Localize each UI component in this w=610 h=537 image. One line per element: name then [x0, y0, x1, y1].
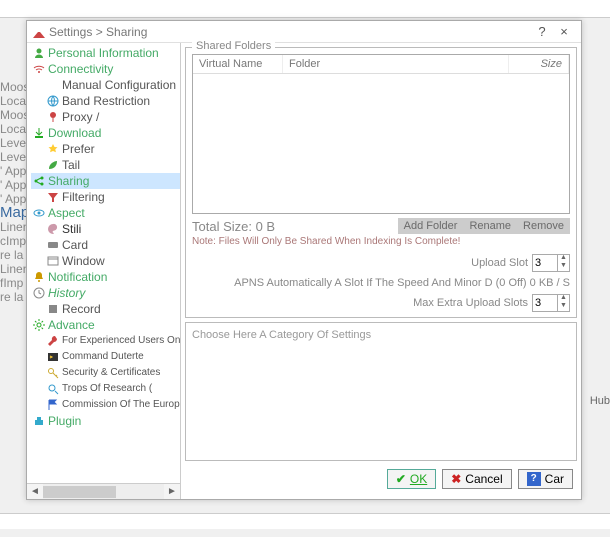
help-button-bottom[interactable]: ?Car	[518, 469, 573, 489]
max-extra-stepper[interactable]: ▲▼	[532, 294, 570, 312]
clock-icon	[33, 287, 45, 299]
help-button[interactable]: ?	[531, 24, 553, 39]
tree-notification[interactable]: Notification	[31, 269, 180, 285]
tree-window[interactable]: Window	[45, 253, 180, 269]
shared-folders-list[interactable]: Virtual Name Folder Size	[192, 54, 570, 214]
shared-folders-group: Shared Folders Virtual Name Folder Size …	[185, 47, 577, 318]
leaf-icon	[47, 159, 59, 171]
tree-manual-config[interactable]: Manual Configuration	[45, 77, 180, 93]
tree-experienced[interactable]: For Experienced Users Only	[45, 333, 180, 349]
tree-stili[interactable]: Stili	[45, 221, 180, 237]
max-extra-input[interactable]	[533, 297, 557, 309]
hint-text: Choose Here A Category Of Settings	[192, 329, 570, 341]
card-icon	[47, 239, 59, 251]
apns-label: APNS Automatically A Slot If The Speed A…	[234, 277, 570, 289]
tree-prefer[interactable]: Prefer	[45, 141, 180, 157]
tree-advance[interactable]: Advance	[31, 317, 180, 333]
hub-label: Hub	[590, 395, 610, 407]
col-virtual-name[interactable]: Virtual Name	[193, 55, 283, 73]
search-icon	[47, 383, 59, 395]
cancel-button[interactable]: ✖Cancel	[442, 469, 511, 489]
tree-sharing[interactable]: Sharing	[31, 173, 180, 189]
indexing-note: Note: Files Will Only Be Shared When Ind…	[192, 236, 570, 247]
folder-list-header: Virtual Name Folder Size	[193, 55, 569, 74]
app-icon	[33, 26, 45, 38]
tree-aspect[interactable]: Aspect	[31, 205, 180, 221]
tree-trops[interactable]: Trops Of Research (	[45, 381, 180, 397]
settings-dialog: Settings > Sharing ? × Personal Informat…	[26, 20, 582, 500]
tree-record[interactable]: Record	[45, 301, 180, 317]
terminal-icon	[47, 351, 59, 363]
tree-plugin[interactable]: Plugin	[31, 413, 180, 429]
tree-band-restriction[interactable]: Band Restriction	[45, 93, 180, 109]
plugin-icon	[33, 415, 45, 427]
add-folder-button[interactable]: Add Folder	[398, 218, 464, 234]
col-folder[interactable]: Folder	[283, 55, 509, 73]
palette-icon	[47, 223, 59, 235]
chevron-down-icon[interactable]: ▼	[557, 303, 569, 311]
tree-filtering[interactable]: Filtering	[45, 189, 180, 205]
close-button[interactable]: ×	[553, 24, 575, 39]
titlebar: Settings > Sharing ? ×	[27, 21, 581, 43]
check-icon: ✔	[396, 472, 406, 486]
pin-icon	[47, 111, 59, 123]
wrench-icon	[47, 335, 59, 347]
max-extra-label: Max Extra Upload Slots	[413, 297, 528, 309]
gear-icon	[33, 319, 45, 331]
share-icon	[33, 175, 45, 187]
bell-icon	[33, 271, 45, 283]
total-size-label: Total Size: 0 B	[192, 219, 398, 234]
upload-slot-stepper[interactable]: ▲▼	[532, 254, 570, 272]
settings-tree[interactable]: Personal Information Connectivity Manual…	[27, 43, 180, 483]
filter-icon	[47, 191, 59, 203]
tree-personal[interactable]: Personal Information	[31, 45, 180, 61]
globe-icon	[47, 95, 59, 107]
window-title: Settings > Sharing	[49, 25, 147, 39]
ok-button[interactable]: ✔OK	[387, 469, 436, 489]
tree-download[interactable]: Download	[31, 125, 180, 141]
wifi-icon	[33, 63, 45, 75]
upload-slot-label: Upload Slot	[471, 257, 528, 269]
flag-icon	[47, 399, 59, 411]
record-icon	[47, 303, 59, 315]
tree-commission[interactable]: Commission Of The European Communities	[45, 397, 180, 413]
tree-proxy[interactable]: Proxy /	[45, 109, 180, 125]
window-icon	[47, 255, 59, 267]
rename-button[interactable]: Rename	[463, 218, 517, 234]
scroll-right-icon[interactable]: ►	[164, 484, 180, 499]
eye-icon	[33, 207, 45, 219]
shared-folders-title: Shared Folders	[192, 40, 275, 52]
tree-security[interactable]: Security & Certificates	[45, 365, 180, 381]
x-icon: ✖	[451, 472, 461, 486]
download-icon	[33, 127, 45, 139]
star-icon	[47, 143, 59, 155]
upload-slot-input[interactable]	[533, 257, 557, 269]
chevron-down-icon[interactable]: ▼	[557, 263, 569, 271]
tree-card[interactable]: Card	[45, 237, 180, 253]
key-icon	[47, 367, 59, 379]
tree-history[interactable]: History	[31, 285, 180, 301]
question-icon: ?	[527, 472, 541, 486]
person-icon	[33, 47, 45, 59]
hint-group: Choose Here A Category Of Settings	[185, 322, 577, 461]
tree-tail[interactable]: Tail	[45, 157, 180, 173]
col-size[interactable]: Size	[509, 55, 569, 73]
tree-connectivity[interactable]: Connectivity	[31, 61, 180, 77]
scroll-left-icon[interactable]: ◄	[27, 484, 43, 499]
tree-scrollbar[interactable]: ◄ ►	[27, 483, 180, 499]
remove-button[interactable]: Remove	[517, 218, 570, 234]
tree-command[interactable]: Command Duterte	[45, 349, 180, 365]
